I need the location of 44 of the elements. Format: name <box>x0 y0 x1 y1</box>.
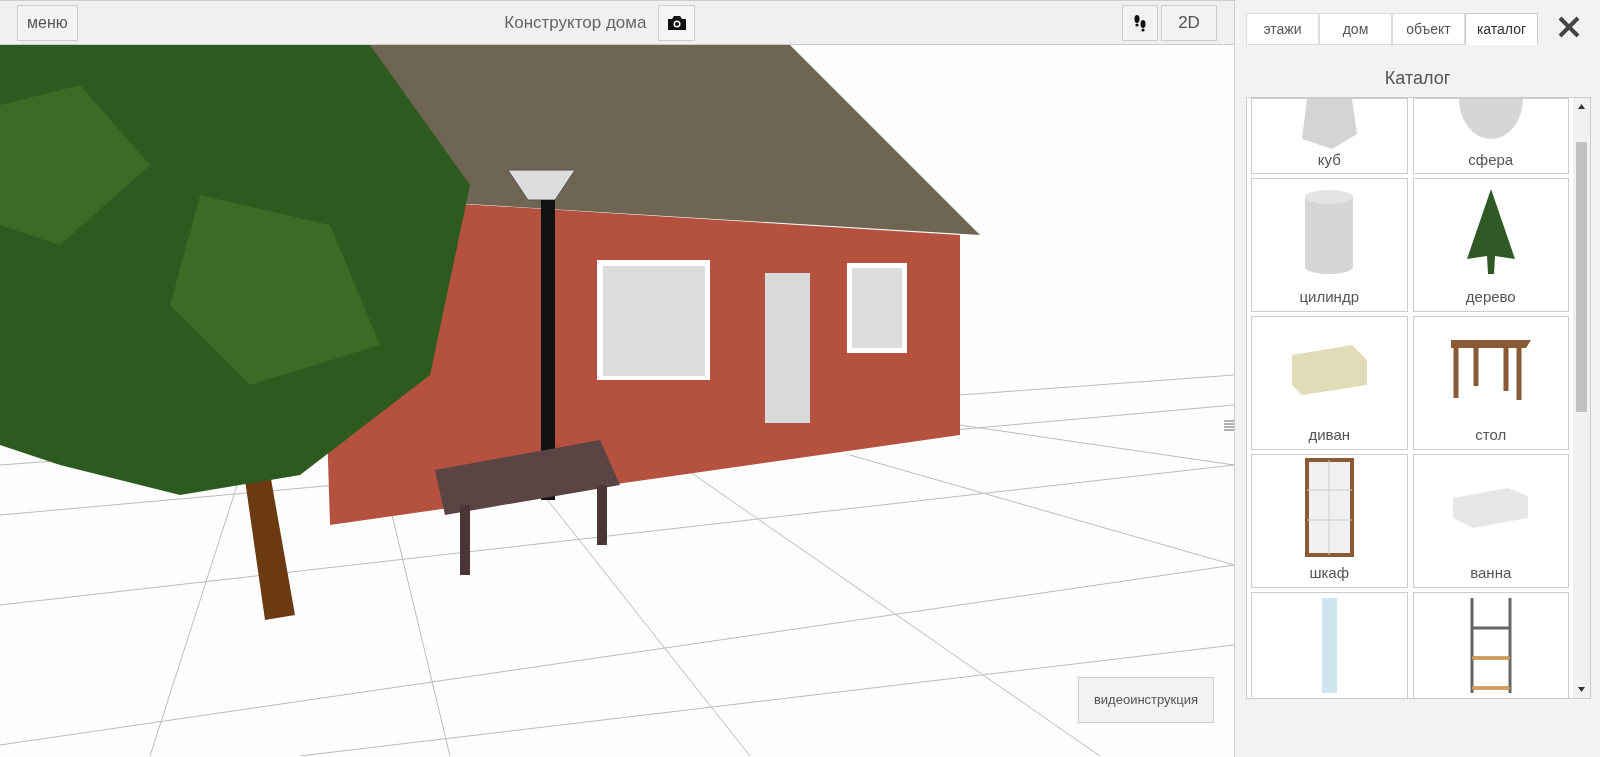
walk-mode-button[interactable] <box>1122 4 1158 41</box>
2d-view-button[interactable]: 2D <box>1161 4 1217 41</box>
bath-thumbnail-icon <box>1453 487 1529 528</box>
camera-icon <box>666 14 687 31</box>
catalog-item[interactable]: куб <box>1251 98 1408 174</box>
catalog-item[interactable]: стол <box>1412 316 1569 450</box>
cylinder-thumbnail-icon <box>1305 189 1354 274</box>
tree-thumbnail-icon <box>1466 189 1515 274</box>
panel-tab[interactable]: этажи <box>1246 13 1319 45</box>
shelf-thumbnail-icon <box>1469 598 1512 693</box>
catalog-item[interactable]: сфера <box>1412 98 1569 174</box>
table-thumbnail-icon <box>1450 339 1531 400</box>
panel-tab[interactable]: дом <box>1319 13 1392 45</box>
shower-thumbnail-icon <box>1321 598 1337 693</box>
catalog-item[interactable]: цилиндр <box>1251 178 1408 312</box>
catalog-item-label: стол <box>1475 425 1507 445</box>
catalog-item-label: диван <box>1308 425 1351 445</box>
scrollbar-thumb[interactable] <box>1576 142 1587 412</box>
catalog-item[interactable]: диван <box>1251 316 1408 450</box>
video-tutorial-button[interactable]: видеоинструкция <box>1078 677 1214 723</box>
camera-button[interactable] <box>658 4 696 41</box>
wardrobe-thumbnail-icon <box>1304 458 1354 557</box>
catalog-item-label: куб <box>1317 150 1341 170</box>
catalog-item[interactable] <box>1412 592 1569 698</box>
app-title: Конструктор дома <box>504 11 647 34</box>
panel-tab[interactable]: объект <box>1392 13 1465 45</box>
catalog-item[interactable]: дерево <box>1412 178 1569 312</box>
catalog-item[interactable]: ванна <box>1412 454 1569 588</box>
catalog-item-label: шкаф <box>1309 563 1350 583</box>
scroll-down-icon[interactable] <box>1578 687 1585 692</box>
catalog-item-label: дерево <box>1465 287 1516 307</box>
menu-button[interactable]: меню <box>17 4 78 41</box>
sofa-thumbnail-icon <box>1291 344 1367 395</box>
catalog-item-label: сфера <box>1468 150 1514 170</box>
panel-resize-handle-icon <box>1224 420 1234 432</box>
catalog-item-label: цилиндр <box>1299 287 1359 307</box>
scroll-up-icon[interactable] <box>1578 104 1585 109</box>
catalog-item[interactable]: шкаф <box>1251 454 1408 588</box>
catalog-item-label: ванна <box>1470 563 1512 583</box>
scrollbar[interactable] <box>1573 98 1590 698</box>
close-icon[interactable] <box>1558 16 1580 38</box>
panel-heading: Каталог <box>1383 67 1452 90</box>
panel-tab[interactable]: каталог <box>1465 13 1538 45</box>
footprints-icon <box>1133 13 1147 32</box>
